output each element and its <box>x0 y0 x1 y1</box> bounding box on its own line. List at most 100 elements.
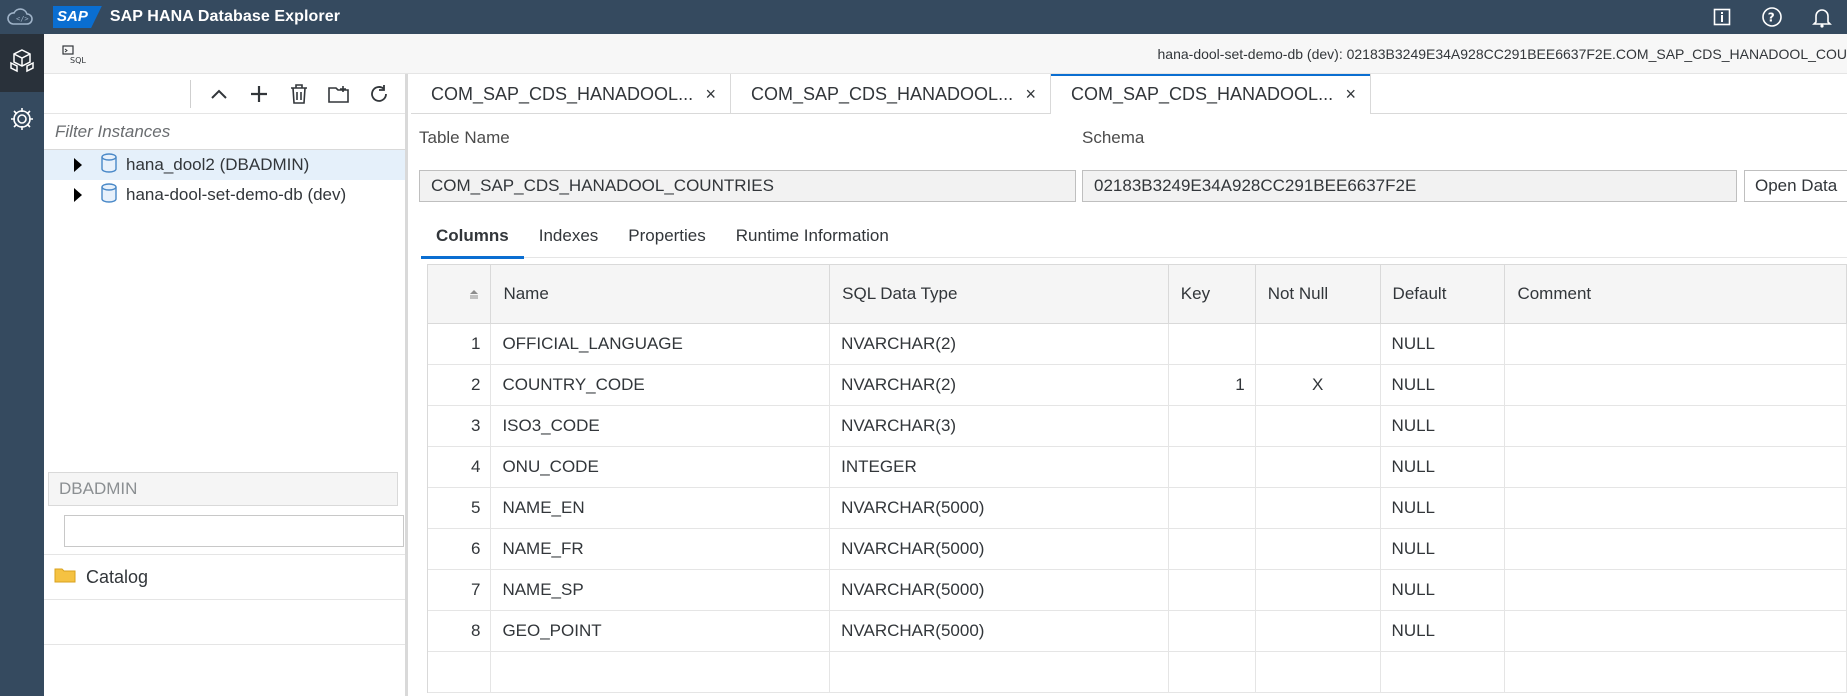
default-cell: NULL <box>1380 364 1506 406</box>
comment-cell <box>1504 323 1847 365</box>
expand-arrow-icon[interactable] <box>74 158 82 172</box>
subtab-columns[interactable]: Columns <box>421 214 524 259</box>
column-name-cell: NAME_FR <box>490 528 831 570</box>
table-row[interactable]: 8 GEO_POINT NVARCHAR(5000) NULL <box>428 610 1847 652</box>
empty-cell <box>1168 651 1256 693</box>
sql-data-type-cell: NVARCHAR(3) <box>829 405 1169 447</box>
key-cell <box>1168 323 1256 365</box>
subtab-indexes[interactable]: Indexes <box>524 214 614 258</box>
refresh-icon[interactable] <box>359 77 399 111</box>
not-null-cell <box>1255 610 1381 652</box>
row-number-cell: 3 <box>428 405 492 447</box>
table-row[interactable]: 2 COUNTRY_CODE NVARCHAR(2) 1 X NULL <box>428 364 1847 406</box>
column-header-comment[interactable]: Comment <box>1504 265 1847 324</box>
database-icon <box>100 152 118 178</box>
expand-arrow-icon[interactable] <box>74 188 82 202</box>
main-toolbar: SQL hana-dool-set-demo-db (dev): 02183B3… <box>44 34 1847 74</box>
catalog-search-input[interactable] <box>64 515 404 547</box>
add-icon[interactable] <box>239 77 279 111</box>
cloud-code-icon[interactable]: </> <box>0 0 40 34</box>
schema-label: Schema <box>1082 128 1145 147</box>
catalog-label: Catalog <box>86 566 149 587</box>
close-icon[interactable]: × <box>1345 84 1356 105</box>
column-header-not-null[interactable]: Not Null <box>1255 265 1381 324</box>
filter-instances-input[interactable]: Filter Instances <box>44 114 405 150</box>
key-cell <box>1168 569 1256 611</box>
sort-icon[interactable] <box>440 284 490 304</box>
table-row[interactable]: 5 NAME_EN NVARCHAR(5000) NULL <box>428 487 1847 529</box>
tab-table-1[interactable]: COM_SAP_CDS_HANADOOL... × <box>411 74 731 114</box>
not-null-cell <box>1255 405 1381 447</box>
empty-row <box>44 644 405 689</box>
column-header-default[interactable]: Default <box>1380 265 1506 324</box>
sql-data-type-cell: NVARCHAR(5000) <box>829 569 1169 611</box>
not-null-cell <box>1255 323 1381 365</box>
notifications-icon[interactable] <box>1797 0 1847 34</box>
collapse-icon[interactable] <box>199 77 239 111</box>
tree-item-instance[interactable]: hana_dool2 (DBADMIN) <box>44 150 405 180</box>
table-header-row: Name SQL Data Type Key Not Null Default … <box>428 265 1847 324</box>
table-row[interactable]: 6 NAME_FR NVARCHAR(5000) NULL <box>428 528 1847 570</box>
editor-tabs: COM_SAP_CDS_HANADOOL... × COM_SAP_CDS_HA… <box>411 74 1847 114</box>
subtab-properties[interactable]: Properties <box>613 214 720 258</box>
schema-field[interactable]: 02183B3249E34A928CC291BEE6637F2E <box>1082 170 1737 202</box>
delete-icon[interactable] <box>279 77 319 111</box>
comment-cell <box>1504 610 1847 652</box>
column-header-key[interactable]: Key <box>1168 265 1256 324</box>
detail-subtabs: Columns Indexes Properties Runtime Infor… <box>421 214 1847 259</box>
comment-cell <box>1504 364 1847 406</box>
add-group-icon[interactable] <box>319 77 359 111</box>
table-row[interactable]: 7 NAME_SP NVARCHAR(5000) NULL <box>428 569 1847 611</box>
sap-logo: SAP <box>53 6 102 28</box>
tab-label: COM_SAP_CDS_HANADOOL... <box>1071 83 1334 104</box>
columns-table: Name SQL Data Type Key Not Null Default … <box>427 264 1847 693</box>
key-cell <box>1168 446 1256 488</box>
instances-panel: Filter Instances hana_dool2 (DBADMIN) ha… <box>44 74 408 696</box>
row-number-cell: 5 <box>428 487 492 529</box>
default-cell: NULL <box>1380 405 1506 447</box>
empty-cell <box>829 651 1169 693</box>
not-null-cell: X <box>1255 364 1381 406</box>
folder-icon <box>54 567 76 588</box>
close-icon[interactable]: × <box>705 84 716 105</box>
tab-table-3[interactable]: COM_SAP_CDS_HANADOOL... × <box>1051 74 1371 114</box>
comment-cell <box>1504 487 1847 529</box>
nav-database-explorer[interactable] <box>0 34 44 92</box>
tab-table-2[interactable]: COM_SAP_CDS_HANADOOL... × <box>731 74 1051 114</box>
comment-cell <box>1504 569 1847 611</box>
column-header-name[interactable]: Name <box>490 265 831 324</box>
sql-data-type-cell: NVARCHAR(5000) <box>829 528 1169 570</box>
default-cell: NULL <box>1380 487 1506 529</box>
row-number-cell: 7 <box>428 569 492 611</box>
column-name-cell: NAME_EN <box>490 487 831 529</box>
table-row[interactable]: 1 OFFICIAL_LANGUAGE NVARCHAR(2) NULL <box>428 323 1847 365</box>
column-header-sort[interactable] <box>428 265 492 324</box>
row-number-cell: 8 <box>428 610 492 652</box>
comment-cell <box>1504 405 1847 447</box>
key-cell <box>1168 405 1256 447</box>
gear-icon <box>9 106 35 137</box>
catalog-item[interactable]: Catalog <box>44 554 405 599</box>
column-name-cell: ONU_CODE <box>490 446 831 488</box>
info-icon[interactable] <box>1697 0 1747 34</box>
empty-row <box>428 651 1847 693</box>
table-row[interactable]: 3 ISO3_CODE NVARCHAR(3) NULL <box>428 405 1847 447</box>
column-header-sql-data-type[interactable]: SQL Data Type <box>829 265 1169 324</box>
open-data-button[interactable]: Open Data <box>1744 170 1847 202</box>
instance-label: hana-dool-set-demo-db (dev) <box>126 185 347 204</box>
instance-label: hana_dool2 (DBADMIN) <box>126 155 310 174</box>
sql-console-button[interactable]: SQL <box>62 45 90 65</box>
side-navigation <box>0 34 44 696</box>
nav-settings[interactable] <box>0 92 44 150</box>
sql-label: SQL <box>70 56 86 65</box>
empty-cell <box>490 651 831 693</box>
toolbar-separator <box>190 79 191 108</box>
svg-text:?: ? <box>1768 11 1775 25</box>
schema-selector[interactable]: DBADMIN <box>48 472 398 506</box>
close-icon[interactable]: × <box>1025 84 1036 105</box>
table-name-field[interactable]: COM_SAP_CDS_HANADOOL_COUNTRIES <box>419 170 1076 202</box>
tree-item-instance[interactable]: hana-dool-set-demo-db (dev) <box>44 180 405 210</box>
subtab-runtime-information[interactable]: Runtime Information <box>721 214 904 258</box>
table-row[interactable]: 4 ONU_CODE INTEGER NULL <box>428 446 1847 488</box>
help-icon[interactable]: ? <box>1747 0 1797 34</box>
